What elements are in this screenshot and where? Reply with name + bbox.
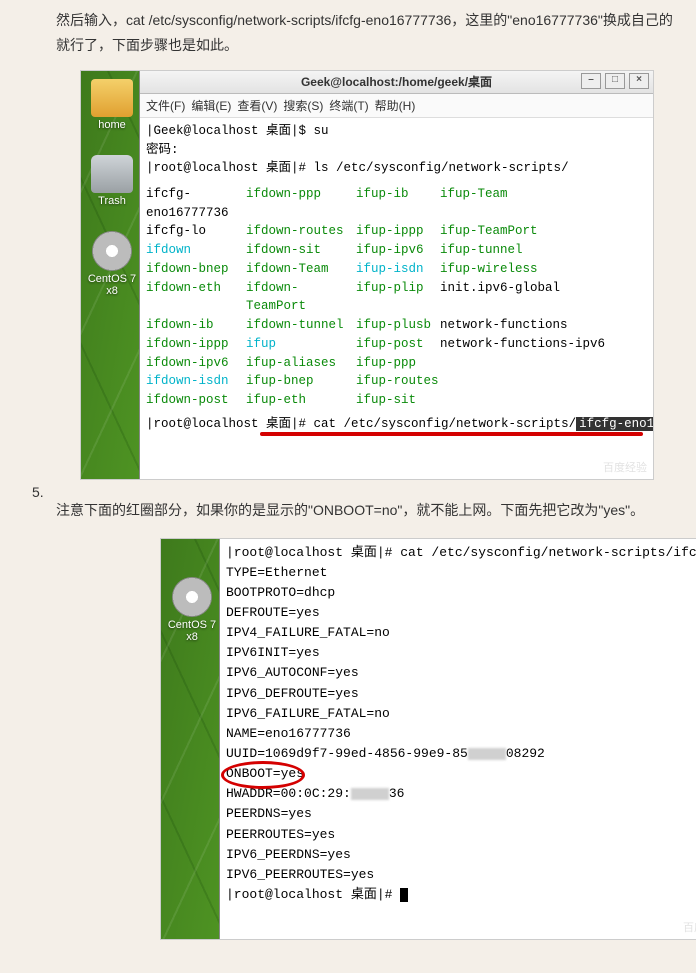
ls-entry: ifdown-bnep bbox=[146, 260, 246, 279]
desktop-icon-trash[interactable]: Trash bbox=[85, 155, 139, 207]
desktop-icon-label: CentOS 7 x8 bbox=[85, 273, 139, 297]
ls-entry: ifup-aliases bbox=[246, 354, 356, 373]
terminal-line: IPV6_AUTOCONF=yes bbox=[226, 663, 696, 683]
trash-icon bbox=[91, 155, 133, 193]
menu-item[interactable]: 帮助(H) bbox=[375, 99, 416, 113]
cat-highlight: ifcfg-eno16777736 bbox=[576, 417, 653, 431]
terminal-line: IPV6_PEERROUTES=yes bbox=[226, 865, 696, 885]
terminal-line: BOOTPROTO=dhcp bbox=[226, 583, 696, 603]
window-close-button[interactable]: × bbox=[629, 73, 649, 89]
window-titlebar: Geek@localhost:/home/geek/桌面 – □ × bbox=[140, 71, 653, 94]
ls-entry: ifup-bnep bbox=[246, 372, 356, 391]
ls-entry: ifdown-post bbox=[146, 391, 246, 410]
menu-item[interactable]: 查看(V) bbox=[237, 99, 277, 113]
terminal-line: IPV6_DEFROUTE=yes bbox=[226, 684, 696, 704]
desktop-icon-home[interactable]: home bbox=[85, 79, 139, 131]
ls-entry bbox=[440, 372, 647, 391]
ls-entry: ifdown-ppp bbox=[246, 185, 356, 223]
desktop-icon-centos-7-x8[interactable]: CentOS 7 x8 bbox=[165, 577, 219, 643]
ls-entry: ifdown-ib bbox=[146, 316, 246, 335]
ls-entry: ifcfg-lo bbox=[146, 222, 246, 241]
ls-entry: ifup-TeamPort bbox=[440, 222, 647, 241]
menu-bar: 文件(F) 编辑(E) 查看(V) 搜索(S) 终端(T) 帮助(H) bbox=[140, 94, 653, 118]
terminal-line: HWADDR=00:0C:29:36 bbox=[226, 784, 696, 804]
terminal-line: IPV6INIT=yes bbox=[226, 643, 696, 663]
ls-entry: ifup-sit bbox=[356, 391, 440, 410]
note-paragraph: 注意下面的红圈部分，如果你的是显示的"ONBOOT=no"，就不能上网。下面先把… bbox=[56, 498, 686, 523]
terminal-line: DEFROUTE=yes bbox=[226, 603, 696, 623]
cat-prefix: |root@localhost 桌面|# cat /etc/sysconfig/… bbox=[146, 417, 576, 431]
terminal-output-2: |root@localhost 桌面|# cat /etc/sysconfig/… bbox=[219, 539, 696, 939]
ls-entry: ifup-tunnel bbox=[440, 241, 647, 260]
cat-command-line: |root@localhost 桌面|# cat /etc/sysconfig/… bbox=[140, 410, 653, 431]
cd-icon bbox=[92, 231, 132, 271]
watermark: 百度经验 bbox=[683, 919, 696, 935]
ls-entry: init.ipv6-global bbox=[440, 279, 647, 317]
ls-entry: network-functions bbox=[440, 316, 647, 335]
menu-item[interactable]: 搜索(S) bbox=[283, 99, 323, 113]
ls-entry bbox=[440, 354, 647, 373]
terminal-line: IPV6_FAILURE_FATAL=no bbox=[226, 704, 696, 724]
ls-entry: ifup-ippp bbox=[356, 222, 440, 241]
terminal-line: |root@localhost 桌面|# cat /etc/sysconfig/… bbox=[226, 543, 696, 563]
ls-entry: ifdown-ippp bbox=[146, 335, 246, 354]
ls-entry: ifup-plip bbox=[356, 279, 440, 317]
ls-entry: ifup-Team bbox=[440, 185, 647, 223]
desktop-icon-label: CentOS 7 x8 bbox=[165, 619, 219, 643]
terminal-line: ONBOOT=yes bbox=[226, 764, 696, 784]
menu-item[interactable]: 编辑(E) bbox=[191, 99, 231, 113]
redacted-segment bbox=[468, 748, 506, 760]
ls-entry: ifdown-sit bbox=[246, 241, 356, 260]
ls-entry: ifdown-routes bbox=[246, 222, 356, 241]
terminal-line: PEERROUTES=yes bbox=[226, 825, 696, 845]
terminal-output: |Geek@localhost 桌面|$ su 密码: |root@localh… bbox=[140, 118, 653, 184]
watermark: 百度经验 bbox=[603, 459, 647, 475]
ls-entry: ifup-post bbox=[356, 335, 440, 354]
window-title: Geek@localhost:/home/geek/桌面 bbox=[301, 75, 492, 89]
ls-entry: ifup-routes bbox=[356, 372, 440, 391]
ls-entry: ifdown-isdn bbox=[146, 372, 246, 391]
terminal-line: |root@localhost 桌面|# bbox=[226, 885, 696, 905]
redacted-segment bbox=[351, 788, 389, 800]
terminal-screenshot-1: home Trash CentOS 7 x8 Geek@localhost:/hom… bbox=[80, 70, 654, 480]
ls-entry: network-functions-ipv6 bbox=[440, 335, 647, 354]
ls-entry: ifup-plusb bbox=[356, 316, 440, 335]
ls-entry: ifdown-eth bbox=[146, 279, 246, 317]
window-max-button[interactable]: □ bbox=[605, 73, 625, 89]
menu-item[interactable]: 文件(F) bbox=[146, 99, 185, 113]
desktop-icon-centos-7-x8[interactable]: CentOS 7 x8 bbox=[85, 231, 139, 297]
ls-entry: ifup-ipv6 bbox=[356, 241, 440, 260]
folder-icon bbox=[91, 79, 133, 117]
cursor bbox=[400, 888, 408, 902]
intro-paragraph: 然后输入，cat /etc/sysconfig/network-scripts/… bbox=[56, 8, 686, 58]
ordered-list-number-5: 5. bbox=[32, 484, 44, 500]
terminal-line: IPV4_FAILURE_FATAL=no bbox=[226, 623, 696, 643]
ls-listing: ifcfg-eno16777736ifdown-pppifup-ibifup-T… bbox=[140, 185, 653, 410]
terminal-line: UUID=1069d9f7-99ed-4856-99e9-8508292 bbox=[226, 744, 696, 764]
terminal-line: NAME=eno16777736 bbox=[226, 724, 696, 744]
ls-entry: ifup-ppp bbox=[356, 354, 440, 373]
ls-entry: ifup-eth bbox=[246, 391, 356, 410]
ls-entry: ifdown-tunnel bbox=[246, 316, 356, 335]
ls-entry: ifdown-ipv6 bbox=[146, 354, 246, 373]
red-underline-annotation bbox=[260, 432, 643, 436]
ls-entry: ifup-ib bbox=[356, 185, 440, 223]
desktop-icon-label: home bbox=[85, 119, 139, 131]
ls-entry: ifcfg-eno16777736 bbox=[146, 185, 246, 223]
ls-entry bbox=[440, 391, 647, 410]
ls-entry: ifup bbox=[246, 335, 356, 354]
ls-entry: ifdown-Team bbox=[246, 260, 356, 279]
terminal-line: IPV6_PEERDNS=yes bbox=[226, 845, 696, 865]
menu-item[interactable]: 终端(T) bbox=[329, 99, 368, 113]
terminal-line: TYPE=Ethernet bbox=[226, 563, 696, 583]
ls-entry: ifdown bbox=[146, 241, 246, 260]
terminal-screenshot-2: CentOS 7 x8 |root@localhost 桌面|# cat /et… bbox=[160, 538, 696, 940]
window-min-button[interactable]: – bbox=[581, 73, 601, 89]
cd-icon bbox=[172, 577, 212, 617]
ls-entry: ifup-isdn bbox=[356, 260, 440, 279]
ls-entry: ifdown-TeamPort bbox=[246, 279, 356, 317]
desktop-icon-label: Trash bbox=[85, 195, 139, 207]
terminal-line: PEERDNS=yes bbox=[226, 804, 696, 824]
ls-entry: ifup-wireless bbox=[440, 260, 647, 279]
